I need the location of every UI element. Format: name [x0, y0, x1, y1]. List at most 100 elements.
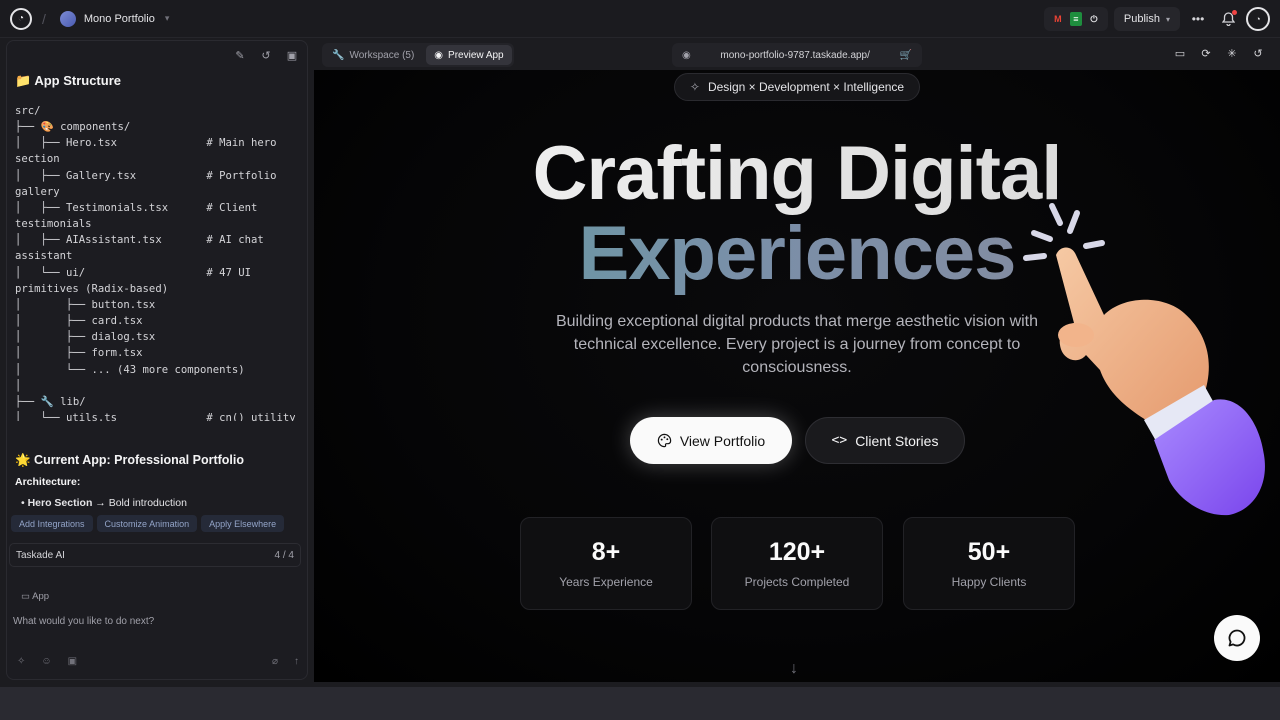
stat-card: 50+ Happy Clients	[903, 517, 1075, 610]
edit-icon[interactable]: ✎	[231, 46, 249, 64]
preview-tab-label: Preview App	[448, 49, 504, 61]
project-name[interactable]: Mono Portfolio	[84, 13, 155, 25]
window-icon: ▭	[21, 591, 30, 602]
tree-line: assistant	[15, 250, 73, 263]
ai-agent-selector[interactable]: Taskade AI 4 / 4	[9, 543, 301, 567]
refresh-icon[interactable]: ⟳	[1196, 43, 1216, 63]
tree-line: ├── 🔧 lib/	[15, 395, 86, 408]
tree-line: │ ├── dialog.tsx	[15, 331, 156, 344]
chevron-down-icon: ▾	[1165, 14, 1170, 24]
client-stories-button[interactable]: <> Client Stories	[805, 417, 965, 464]
workspace-tab-label: Workspace (5)	[349, 49, 415, 61]
tree-line: │ ├── Gallery.tsx # Portfolio	[15, 169, 277, 182]
stat-label: Happy Clients	[951, 575, 1027, 589]
tree-line: src/	[15, 105, 41, 117]
code-icon: <>	[831, 433, 848, 448]
current-app-heading: 🌟 Current App: Professional Portfolio	[15, 453, 244, 467]
url-bar[interactable]: ◉ mono-portfolio-9787.taskade.app/ 🛒	[672, 43, 922, 67]
palette-icon	[657, 433, 672, 448]
tree-line: │ └── ui/ # 47 UI	[15, 266, 251, 279]
plug-icon[interactable]: ⏻	[1088, 12, 1100, 26]
arrow-down-icon[interactable]: ↓	[790, 660, 798, 678]
tab-workspace[interactable]: 🔧 Workspace (5)	[324, 45, 422, 65]
tree-line: testimonials	[15, 218, 92, 231]
user-avatar[interactable]: ◔	[1246, 7, 1270, 31]
tagline-text: Design × Development × Intelligence	[707, 80, 905, 94]
customize-animation-chip[interactable]: Customize Animation	[96, 515, 198, 532]
tree-line: ├── 🎨 components/	[15, 121, 131, 134]
app-structure-heading: 📁 App Structure	[15, 73, 121, 88]
sparkle-icon: ✧	[689, 80, 700, 94]
stat-card: 120+ Projects Completed	[711, 517, 883, 610]
prompt-input[interactable]: What would you like to do next?	[13, 616, 293, 627]
file-tree: src/ ├── 🎨 components/ │ ├── Hero.tsx # Ma…	[15, 103, 295, 421]
composer-toolbar: ✧ ☺ ▣ ⌀ ↑	[17, 656, 299, 667]
add-integrations-chip[interactable]: Add Integrations	[11, 515, 93, 532]
stat-card: 8+ Years Experience	[520, 517, 692, 610]
tree-line: │ ├── card.tsx	[15, 315, 143, 328]
stat-label: Years Experience	[559, 575, 653, 589]
apply-elsewhere-chip[interactable]: Apply Elsewhere	[201, 515, 285, 532]
tree-line: primitives (Radix-based)	[15, 282, 169, 295]
tree-line: │ ├── button.tsx	[15, 298, 156, 311]
history-icon[interactable]: ↺	[257, 46, 275, 64]
magic-cursor-icon[interactable]: ✳	[1222, 43, 1242, 63]
breadcrumb-separator: /	[42, 10, 46, 27]
chat-bubble-icon	[1228, 629, 1246, 647]
notification-dot	[1232, 10, 1237, 15]
app-preview: ✧ Design × Development × Intelligence Cr…	[314, 70, 1280, 682]
stat-value: 120+	[768, 538, 826, 566]
bullet-bold: Hero Section	[27, 497, 93, 509]
tab-preview-app[interactable]: ◉ Preview App	[426, 45, 512, 65]
send-icon[interactable]: ↑	[294, 656, 299, 667]
bell-icon[interactable]	[1216, 7, 1240, 31]
stat-value: 50+	[967, 538, 1011, 566]
chat-button[interactable]	[1214, 615, 1260, 661]
hero-subtitle: Building exceptional digital products th…	[555, 313, 1039, 376]
project-avatar	[59, 10, 76, 27]
preview-tabs: 🔧 Workspace (5) ◉ Preview App	[322, 43, 514, 67]
bullet-text: → Bold introduction	[92, 497, 187, 509]
taskade-logo-icon[interactable]: ◔	[10, 7, 32, 30]
more-icon[interactable]: •••	[1186, 7, 1210, 31]
eye-icon: ◉	[682, 49, 691, 61]
tree-line: │ ├── form.tsx	[15, 347, 143, 360]
eye-icon: ◉	[434, 49, 444, 61]
stat-value: 8+	[591, 538, 621, 566]
top-right-actions: M ≡ ⏻ Publish ▾ ••• ◔	[1043, 0, 1270, 38]
publish-label: Publish	[1123, 13, 1160, 25]
app-tag-label: App	[32, 591, 50, 602]
view-portfolio-button[interactable]: View Portfolio	[630, 417, 792, 464]
tree-line: gallery	[15, 185, 60, 198]
history-icon[interactable]: ↺	[1248, 43, 1268, 63]
bottom-bar	[0, 687, 1280, 720]
publish-button[interactable]: Publish ▾	[1113, 7, 1180, 31]
sheets-icon[interactable]: ≡	[1069, 12, 1082, 26]
attach-icon[interactable]: ⌀	[272, 656, 278, 667]
app-context-tag[interactable]: ▭ App	[21, 591, 49, 602]
chat-sidebar: ✎ ↺ ▣ 📁 App Structure src/ ├── 🎨 componen…	[6, 40, 308, 680]
view-portfolio-label: View Portfolio	[679, 432, 766, 449]
tree-line: │ ├── Hero.tsx # Main hero	[15, 137, 277, 150]
tree-line: │ └── ... (43 more components)	[15, 363, 245, 376]
panel-toggle-icon[interactable]: ▣	[283, 46, 301, 64]
tree-line: │ ├── Testimonials.tsx # Client	[15, 201, 258, 214]
desktop-icon[interactable]: ▭	[1170, 43, 1190, 63]
suggestion-chips: Add Integrations Customize Animation App…	[11, 515, 285, 532]
tree-line: │	[15, 379, 22, 392]
architecture-label: Architecture:	[15, 476, 81, 488]
sidebar-tools: ✎ ↺ ▣	[231, 46, 301, 64]
tree-line: section	[15, 153, 60, 166]
chevron-down-icon[interactable]: ▾	[165, 13, 170, 24]
tree-line: │ └── utils.ts # cn() utility	[15, 411, 295, 421]
terminal-icon[interactable]: ▣	[68, 656, 77, 667]
stat-label: Projects Completed	[744, 575, 850, 589]
list-item: • Hero Section → Bold introduction	[21, 497, 187, 509]
cart-icon[interactable]: 🛒	[900, 50, 912, 61]
preview-url: mono-portfolio-9787.taskade.app/	[720, 49, 870, 61]
sparkle-icon[interactable]: ✧	[17, 656, 25, 667]
gmail-icon[interactable]: M	[1052, 12, 1064, 26]
robot-icon[interactable]: ☺	[41, 656, 51, 667]
ai-label: Taskade AI	[16, 549, 65, 561]
ai-count: 4 / 4	[274, 549, 294, 561]
